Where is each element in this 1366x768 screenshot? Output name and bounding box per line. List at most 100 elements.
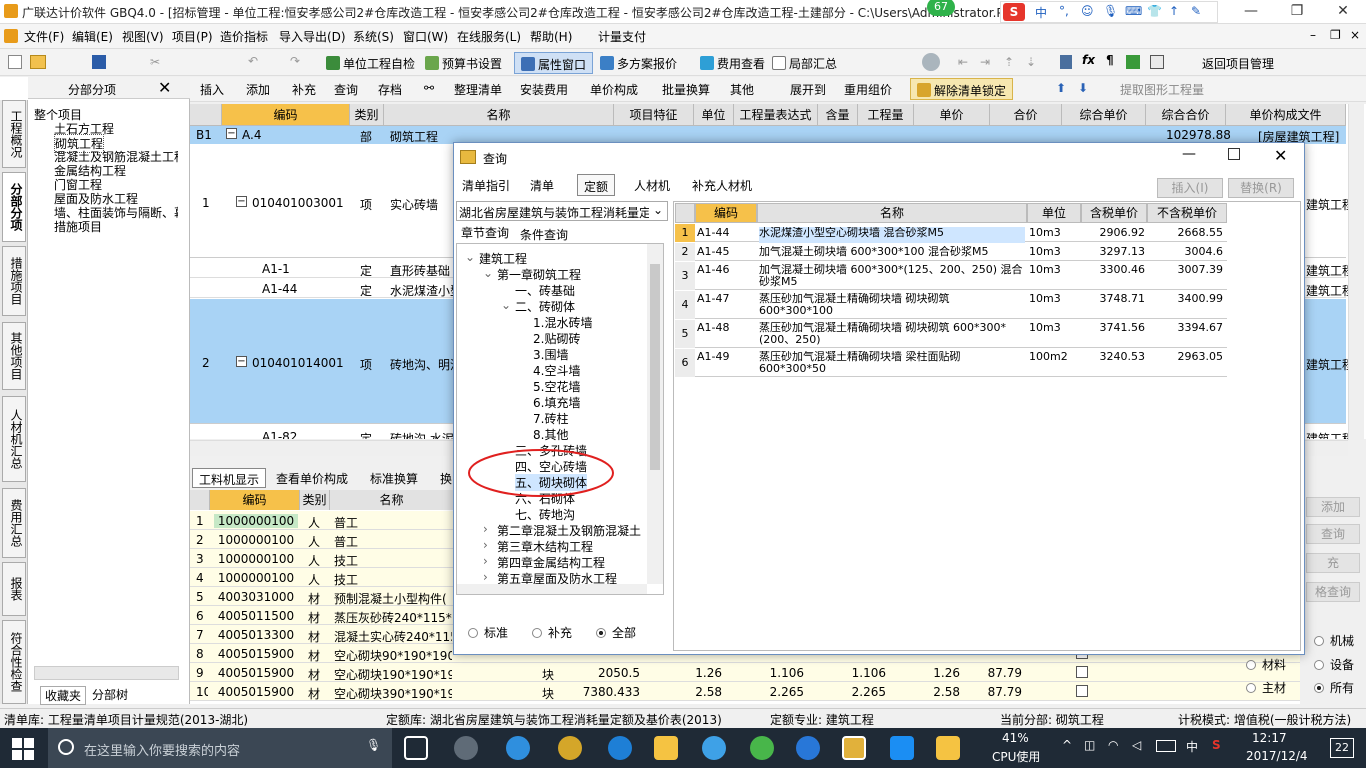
unit-price-composition-button[interactable]: 单价构成 (590, 81, 638, 98)
dialog-tab-materials[interactable]: 人材机 (628, 174, 676, 196)
ime-item[interactable]: 🎙 (1103, 4, 1118, 18)
save-icon[interactable] (92, 55, 106, 69)
dialog-tab-list[interactable]: 清单 (524, 174, 560, 196)
vtab-other[interactable]: 其他项目 (2, 322, 26, 390)
menu-edit[interactable]: 编辑(E) (72, 28, 113, 45)
up-arrow-icon[interactable]: ⇡ (1004, 55, 1014, 69)
grid-header[interactable]: 单价构成文件 (1226, 104, 1346, 126)
plus-app-icon[interactable] (890, 736, 914, 760)
subtab-chapter[interactable]: 章节查询 (461, 224, 509, 241)
down-move-icon[interactable]: ⬇ (1078, 81, 1088, 95)
chevron-down-icon[interactable]: ⌄ (483, 266, 493, 280)
ime-item[interactable]: ✎ (1191, 4, 1201, 18)
radio-all[interactable]: 全部 (596, 624, 636, 641)
materials-header[interactable]: 编码 (210, 490, 300, 510)
collapse-icon[interactable]: − (236, 196, 247, 207)
binoculars-icon[interactable]: ⚯ (424, 81, 434, 95)
fan-app-icon[interactable] (454, 736, 478, 760)
update-badge[interactable]: 67 (927, 0, 955, 16)
grid-header[interactable]: 编码 (222, 104, 350, 126)
redo-icon[interactable]: ↷ (290, 54, 300, 68)
mat-price-query-button[interactable]: 格查询 (1306, 582, 1360, 602)
menu-system[interactable]: 系统(S) (353, 28, 394, 45)
quota-lib-select[interactable]: 湖北省房屋建筑与装饰工程消耗量定 ⌄ (456, 201, 668, 221)
forward-arrow-icon[interactable]: ⇥ (980, 55, 990, 69)
mat-supplement-button[interactable]: 充 (1306, 553, 1360, 573)
partial-summary-checkbox[interactable]: 局部汇总 (772, 55, 837, 72)
mat-query-button[interactable]: 查询 (1306, 524, 1360, 544)
g-app-icon[interactable] (796, 736, 820, 760)
unlock-list-button[interactable]: 解除清单锁定 (910, 78, 1014, 100)
mdi-close-icon[interactable]: × (1350, 28, 1360, 42)
paragraph-icon[interactable]: ¶ (1106, 53, 1114, 67)
ime-item[interactable]: °, (1059, 4, 1069, 18)
insert-button[interactable]: 插入 (200, 81, 224, 98)
archive-button[interactable]: 存档 (378, 81, 402, 98)
file-explorer-icon[interactable] (654, 736, 678, 760)
dialog-replace-button[interactable]: 替换(R) (1228, 178, 1294, 198)
microphone-icon[interactable]: 🎙 (366, 738, 381, 752)
close-icon[interactable]: ✕ (158, 78, 171, 97)
tree-item[interactable]: 措施项目 (54, 218, 102, 235)
chevron-down-icon[interactable]: ⌄ (501, 298, 511, 312)
tree-vscroll[interactable] (647, 244, 663, 584)
tree-hscroll[interactable] (457, 584, 647, 594)
vtab-overview[interactable]: 工程概况 (2, 100, 26, 168)
left-hscroll[interactable] (34, 666, 179, 680)
chevron-right-icon[interactable]: › (483, 554, 488, 568)
quota-tree-node[interactable]: 建筑工程 (479, 250, 527, 267)
restore-button[interactable]: ❐ (1274, 0, 1320, 24)
return-project-button[interactable]: 返回项目管理 (1202, 55, 1274, 72)
dialog-minimize-button[interactable]: — (1182, 146, 1196, 162)
extract-quantity-button[interactable]: 提取图形工程量 (1120, 81, 1204, 98)
prev-nav-icon[interactable] (922, 53, 940, 71)
quota-header[interactable]: 不含税单价 (1147, 203, 1227, 223)
filter-main-material[interactable]: 主材 (1246, 679, 1286, 696)
mat-add-button[interactable]: 添加 (1306, 497, 1360, 517)
menu-window[interactable]: 窗口(W) (403, 28, 448, 45)
query-button[interactable]: 查询 (334, 81, 358, 98)
quota-tree-node[interactable]: 第三章木结构工程 (497, 538, 593, 555)
minimize-button[interactable]: — (1228, 0, 1274, 24)
supplement-button[interactable]: 补充 (292, 81, 316, 98)
quota-tree-node[interactable]: 第一章砌筑工程 (497, 266, 581, 283)
tree-vscroll-thumb[interactable] (650, 264, 660, 470)
chevron-down-icon[interactable]: ⌄ (465, 250, 475, 264)
windows-start-icon[interactable] (12, 738, 34, 760)
menu-file[interactable]: 文件(F) (24, 28, 64, 45)
up-move-icon[interactable]: ⬆ (1056, 81, 1066, 95)
quota-header[interactable]: 编码 (695, 203, 757, 223)
row-checkbox[interactable] (1076, 666, 1088, 678)
tab-standard-convert[interactable]: 标准换算 (364, 468, 424, 488)
ime-item[interactable]: 中 (1035, 4, 1047, 21)
quota-tree-node[interactable]: 6.填充墙 (533, 394, 580, 411)
install-fee-button[interactable]: 安装费用 (520, 81, 568, 98)
back-arrow-icon[interactable]: ⇤ (958, 55, 968, 69)
clock-time[interactable]: 12:17 (1252, 731, 1287, 745)
other-button[interactable]: 其他 (730, 81, 754, 98)
vtab-measures[interactable]: 措施项目 (2, 246, 26, 316)
quota-header[interactable]: 单位 (1027, 203, 1081, 223)
menu-project[interactable]: 项目(P) (172, 28, 213, 45)
tray-network-icon[interactable]: ◫ (1084, 738, 1095, 752)
dialog-close-button[interactable]: ✕ (1274, 146, 1287, 165)
quota-tree-node[interactable]: 4.空斗墙 (533, 362, 580, 379)
tray-sogou-icon[interactable]: S (1212, 738, 1221, 752)
filter-material[interactable]: 材料 (1246, 656, 1286, 673)
tab-materials-display[interactable]: 工料机显示 (192, 468, 267, 488)
part-tree-tab[interactable]: 分部树 (88, 686, 132, 703)
materials-header[interactable]: 名称 (330, 490, 454, 510)
quota-tree-node[interactable]: 7.砖柱 (533, 410, 568, 427)
tray-wifi-icon[interactable]: ◠ (1108, 738, 1118, 752)
chevron-right-icon[interactable]: › (483, 522, 488, 536)
grid-header[interactable]: 工程量 (858, 104, 914, 126)
self-check-button[interactable]: 单位工程自检 (326, 55, 415, 72)
grid-header[interactable]: 合价 (990, 104, 1062, 126)
collapse-icon[interactable]: − (226, 128, 237, 139)
dialog-maximize-button[interactable] (1228, 148, 1240, 160)
ime-item[interactable]: 👕 (1147, 4, 1162, 18)
notification-badge[interactable]: 22 (1330, 738, 1354, 758)
quota-tree-node[interactable]: 第二章混凝土及钢筋混凝土 (497, 522, 641, 539)
edge-browser-icon[interactable] (608, 736, 632, 760)
quota-header[interactable]: 名称 (757, 203, 1027, 223)
